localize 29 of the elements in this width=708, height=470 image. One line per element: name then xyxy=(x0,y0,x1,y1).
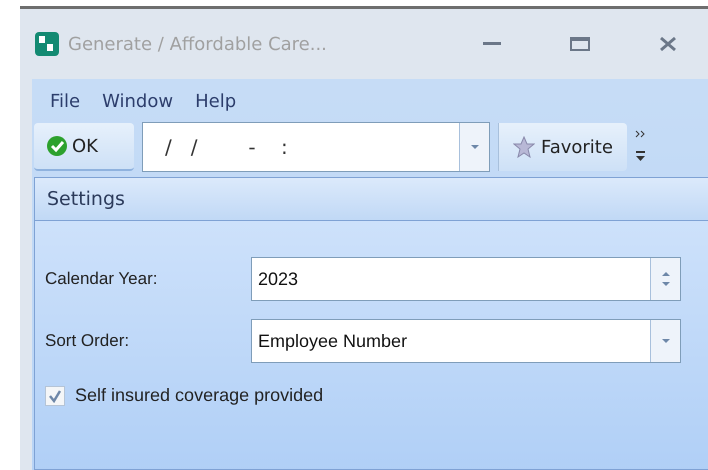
field-label: Calendar Year: xyxy=(45,269,158,289)
maximize-icon xyxy=(570,37,590,51)
ok-button[interactable]: OK xyxy=(34,123,134,171)
close-icon xyxy=(659,36,677,52)
year-spin-field[interactable]: 2023 xyxy=(251,257,681,301)
window-title: Generate / Affordable Care... xyxy=(68,34,328,54)
down-arrow-icon xyxy=(660,281,670,287)
check-icon xyxy=(48,388,62,402)
up-arrow-icon xyxy=(660,271,670,277)
checkbox[interactable] xyxy=(45,386,65,406)
menu-item[interactable]: File xyxy=(50,91,80,119)
sort-order-dropdown[interactable]: Employee Number xyxy=(251,319,681,363)
favorite-button[interactable]: Favorite xyxy=(498,123,627,171)
star-icon xyxy=(513,136,535,158)
minimize-icon xyxy=(483,42,501,46)
checkbox-label: Self insured coverage provided xyxy=(75,385,324,406)
app-logo-icon xyxy=(34,31,60,57)
check-icon xyxy=(46,135,68,157)
menu-item[interactable]: Help xyxy=(195,91,236,119)
caret-icon xyxy=(470,144,480,150)
field-value: 2023 xyxy=(257,268,300,290)
spin-buttons[interactable] xyxy=(650,258,680,300)
field-value: Employee Number xyxy=(257,330,408,353)
caret-icon xyxy=(660,338,670,344)
settings-header: Settings xyxy=(35,178,708,221)
date-field[interactable]: / / - : xyxy=(142,122,490,172)
date-text: / / - : xyxy=(164,134,289,161)
menu-item[interactable]: Window xyxy=(102,91,174,119)
field-label: Sort Order: xyxy=(45,331,130,351)
